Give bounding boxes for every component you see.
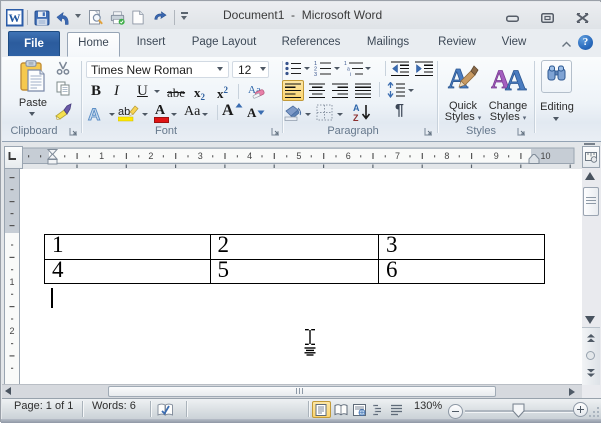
svg-text:4: 4 [247,151,252,161]
svg-text:Z: Z [353,113,359,122]
svg-text:i: i [350,72,351,76]
svg-text:3: 3 [314,72,317,76]
svg-text:1: 1 [9,277,14,287]
svg-text:W: W [9,11,21,25]
svg-text:9: 9 [494,151,499,161]
svg-text:A: A [505,64,527,94]
svg-text:6: 6 [346,151,351,161]
svg-text:2: 2 [148,151,153,161]
svg-text:ab: ab [118,106,130,118]
svg-text:A: A [88,105,100,122]
svg-text:10: 10 [540,151,550,161]
svg-text:7: 7 [395,151,400,161]
svg-text:3: 3 [198,151,203,161]
svg-text:1: 1 [99,151,104,161]
svg-text:A: A [353,103,360,113]
svg-text:5: 5 [296,151,301,161]
svg-text:8: 8 [444,151,449,161]
svg-text:2: 2 [9,326,14,336]
